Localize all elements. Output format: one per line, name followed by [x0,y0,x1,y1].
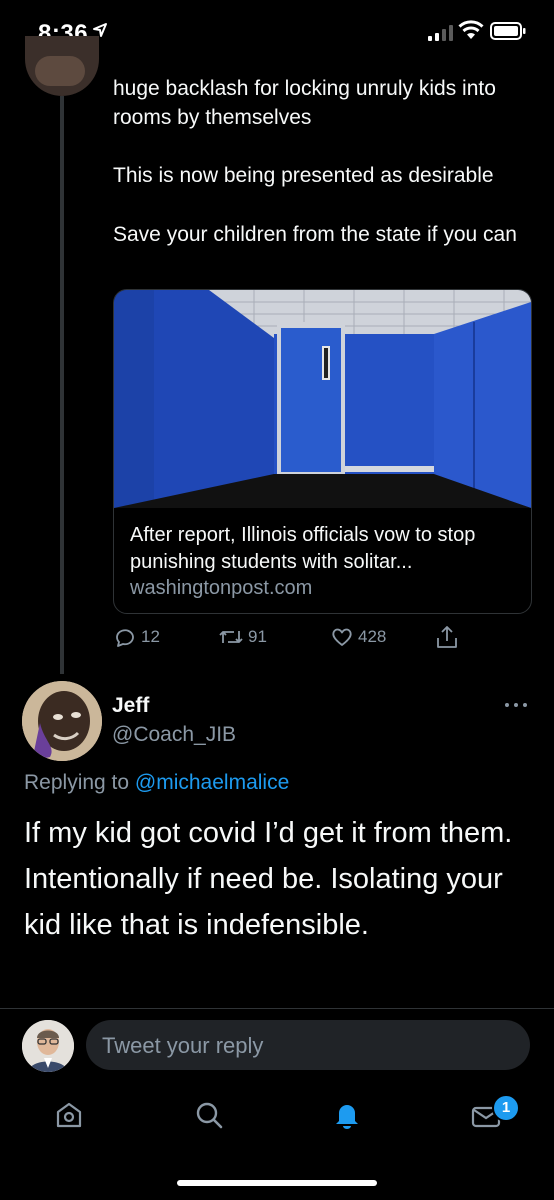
replying-to-prefix: Replying to [24,771,135,794]
reply-tweet-text: If my kid got covid I’d get it from them… [24,817,513,941]
reply-author-handle[interactable]: @Coach_JIB [112,723,236,747]
home-icon[interactable] [54,1100,84,1130]
like-count: 428 [358,627,387,646]
battery-icon [490,22,526,40]
article-thumbnail-image [114,290,531,508]
link-preview-card[interactable]: After report, Illinois officials vow to … [113,289,532,614]
parent-tweet-text-line-3: Save your children from the state if you… [113,223,517,246]
replying-to-line: Replying to @michaelmalice [24,771,289,795]
cellular-signal-icon [428,25,453,41]
messages-unread-badge: 1 [492,1094,520,1122]
avatar-photo [22,681,102,761]
composer-divider [0,1008,554,1009]
heart-icon [332,628,352,646]
share-icon [437,626,457,648]
home-indicator[interactable] [177,1180,377,1186]
reply-action[interactable]: 12 [113,624,160,650]
parent-tweet-text-line-1: huge backlash for locking unruly kids in… [113,77,496,129]
reply-icon [116,629,134,647]
parent-tweet-avatar[interactable] [25,36,99,96]
link-card-domain: washingtonpost.com [130,577,313,599]
thread-line [60,96,64,674]
search-icon[interactable] [194,1100,224,1130]
replying-to-mention-link[interactable]: @michaelmalice [135,771,289,794]
reply-author-avatar[interactable] [22,681,102,761]
current-user-avatar [22,1020,74,1072]
link-card-title: After report, Illinois officials vow to … [130,524,476,573]
retweet-count: 91 [248,627,267,646]
reply-author-name[interactable]: Jeff [112,694,149,718]
retweet-action[interactable]: 91 [218,624,267,650]
reply-count: 12 [141,627,160,646]
more-options-icon[interactable] [504,700,528,710]
share-action[interactable] [434,624,460,650]
parent-tweet-text-line-2: This is now being presented as desirable [113,164,494,187]
like-action[interactable]: 428 [330,624,386,650]
bottom-tab-bar [0,1086,554,1146]
current-user-avatar-photo [22,1020,74,1072]
retweet-icon [219,631,243,643]
reply-input-placeholder: Tweet your reply [102,1033,264,1058]
notifications-bell-icon[interactable] [332,1100,362,1130]
reply-input[interactable]: Tweet your reply [86,1020,530,1070]
wifi-icon [458,20,484,39]
